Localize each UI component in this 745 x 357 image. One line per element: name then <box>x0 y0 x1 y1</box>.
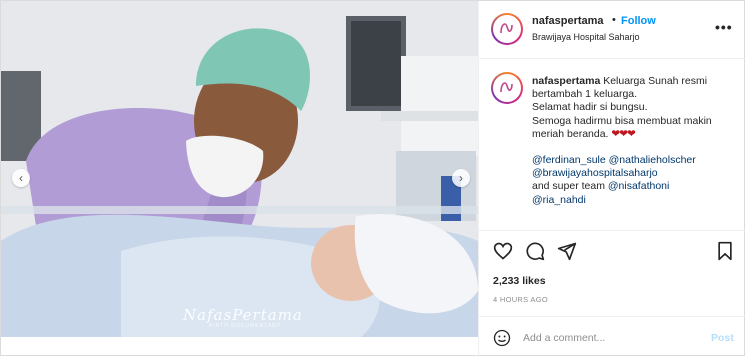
post-location[interactable]: Brawijaya Hospital Saharjo <box>532 32 640 42</box>
caption-line-5: meriah beranda. <box>532 127 612 140</box>
action-bar <box>479 231 745 271</box>
hearts-emoji: ❤❤❤ <box>611 127 635 140</box>
caption-text: nafaspertama Keluarga Sunah resmi bertam… <box>532 75 737 207</box>
post-header: nafaspertama • Follow Brawijaya Hospital… <box>479 1 745 59</box>
mention-link[interactable]: @brawijayahospitalsaharjo <box>532 167 658 179</box>
caption-avatar[interactable] <box>491 72 523 104</box>
heart-icon[interactable] <box>493 241 513 261</box>
separator-dot: • <box>612 14 616 26</box>
more-options-icon[interactable]: ••• <box>715 19 733 35</box>
nafaspertama-logo-icon <box>500 82 513 93</box>
share-icon[interactable] <box>557 241 577 261</box>
bookmark-icon[interactable] <box>715 241 735 261</box>
follow-button[interactable]: Follow <box>621 15 656 27</box>
emoji-icon[interactable] <box>493 329 511 347</box>
caption-line-1: Keluarga Sunah resmi <box>603 75 708 87</box>
caption-username[interactable]: nafaspertama <box>532 75 600 87</box>
comment-icon[interactable] <box>525 241 545 261</box>
avatar-logo <box>493 15 521 43</box>
post-caption: nafaspertama Keluarga Sunah resmi bertam… <box>479 59 745 231</box>
caption-avatar-logo <box>493 74 521 102</box>
next-photo-button[interactable]: › <box>452 169 470 187</box>
mention-link[interactable]: @ria_nahdi <box>532 194 586 206</box>
post-photo[interactable]: ‹ › NafasPertama BIRTH DOCUMENTARY <box>1 1 478 337</box>
post-username[interactable]: nafaspertama <box>532 15 604 27</box>
caption-line-5-wrap: meriah beranda. ❤❤❤ <box>532 128 737 141</box>
previous-photo-button[interactable]: ‹ <box>12 169 30 187</box>
post-comment-button[interactable]: Post <box>711 332 734 344</box>
mentions-line-1: @ferdinan_sule @nathalieholscher <box>532 154 737 167</box>
post-timestamp[interactable]: 4 HOURS AGO <box>493 295 548 304</box>
mention-link[interactable]: @ferdinan_sule <box>532 154 606 166</box>
mentions-line-2: @brawijayahospitalsaharjo <box>532 167 737 180</box>
doctor-and-newborn-image <box>1 1 478 337</box>
mentions-line-3: and super team @nisafathoni <box>532 180 737 193</box>
mentions-line-4: @ria_nahdi <box>532 194 737 207</box>
caption-line-3: Selamat hadir si bungsu. <box>532 101 648 114</box>
photo-watermark-subtitle: BIRTH DOCUMENTARY <box>209 323 282 329</box>
likes-count[interactable]: 2,233 likes <box>493 275 546 287</box>
caption-line-2: bertambah 1 keluarga. <box>532 88 638 101</box>
avatar[interactable] <box>491 13 523 45</box>
photo-watermark: NafasPertama <box>183 306 303 324</box>
mention-link[interactable]: @nathalieholscher <box>609 154 696 166</box>
post-side-panel: nafaspertama • Follow Brawijaya Hospital… <box>478 1 745 357</box>
caption-line: nafaspertama Keluarga Sunah resmi <box>532 75 737 88</box>
caption-line-4: Semoga hadirmu bisa membuat makin <box>532 114 712 127</box>
comment-input[interactable] <box>523 328 703 348</box>
comment-box: Post <box>479 316 745 357</box>
and-super-team-text: and super team <box>532 180 608 193</box>
nafaspertama-logo-icon <box>500 23 513 34</box>
mention-link[interactable]: @nisafathoni <box>608 180 669 192</box>
instagram-post-card: ‹ › NafasPertama BIRTH DOCUMENTARY nafas… <box>0 0 745 357</box>
